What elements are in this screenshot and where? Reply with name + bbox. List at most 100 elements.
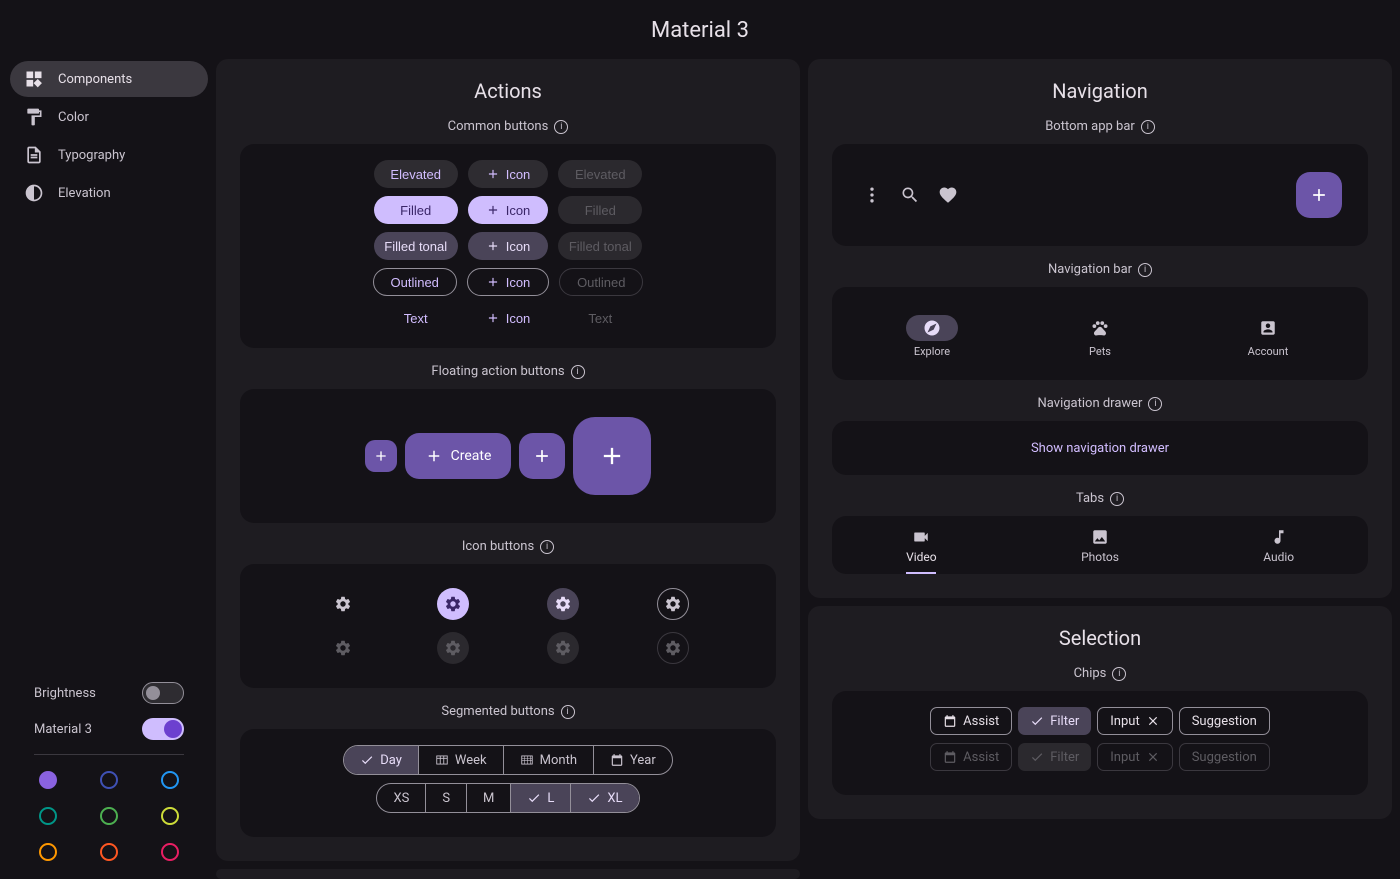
info-icon[interactable]: i (1141, 120, 1155, 134)
nav-dest-label: Pets (1089, 345, 1111, 358)
plus-icon (598, 442, 626, 470)
sidebar-item-typography[interactable]: Typography (10, 137, 208, 173)
chip-filter[interactable]: Filter (1018, 707, 1091, 735)
fab-label: Floating action buttons i (240, 364, 776, 379)
color-swatch-teal[interactable] (39, 807, 57, 825)
nav-dest-pets[interactable]: Pets (1074, 315, 1126, 358)
event-icon (943, 750, 957, 764)
outlined-icon-button[interactable]: Icon (467, 268, 550, 296)
color-swatch-indigo[interactable] (100, 771, 118, 789)
tab-label: Photos (1081, 550, 1119, 564)
color-picker (34, 771, 184, 861)
nav-dest-explore[interactable]: Explore (906, 315, 958, 358)
info-icon[interactable]: i (561, 705, 575, 719)
icon-button-tonal[interactable] (547, 588, 579, 620)
outlined-button[interactable]: Outlined (373, 268, 457, 296)
plus-icon (486, 311, 500, 325)
icon-button-outlined[interactable] (657, 588, 689, 620)
seg-year[interactable]: Year (594, 746, 672, 774)
fab-extended[interactable]: Create (405, 433, 512, 479)
sidebar-item-label: Components (58, 72, 132, 87)
text-button[interactable]: Text (374, 304, 458, 332)
nav-dest-label: Account (1248, 345, 1289, 358)
check-icon (1030, 750, 1044, 764)
search-icon[interactable] (896, 181, 924, 209)
color-swatch-blue[interactable] (161, 771, 179, 789)
elevated-icon-button[interactable]: Icon (468, 160, 549, 188)
divider (34, 754, 184, 755)
more-vert-icon[interactable] (858, 181, 886, 209)
sidebar-item-elevation[interactable]: Elevation (10, 175, 208, 211)
icon-button-filled[interactable] (437, 588, 469, 620)
tonal-button[interactable]: Filled tonal (374, 232, 458, 260)
bottom-bar-label: Bottom app bar i (832, 119, 1368, 134)
text-icon-button[interactable]: Icon (468, 304, 549, 332)
icon-button-standard-disabled (327, 632, 359, 664)
color-swatch-pink[interactable] (161, 843, 179, 861)
tonal-icon-button[interactable]: Icon (468, 232, 549, 260)
elevated-button[interactable]: Elevated (374, 160, 458, 188)
seg-xl[interactable]: XL (571, 784, 638, 812)
card-selection: Selection Chips i Assist Filter Input Su… (808, 606, 1392, 819)
info-icon[interactable]: i (1112, 667, 1126, 681)
chip-assist[interactable]: Assist (930, 707, 1012, 735)
info-icon[interactable]: i (554, 120, 568, 134)
seg-week[interactable]: Week (419, 746, 504, 774)
fab-medium[interactable] (519, 433, 565, 479)
gear-icon (444, 595, 462, 613)
seg-xs[interactable]: XS (377, 784, 426, 812)
calendar-week-icon (435, 753, 449, 767)
color-swatch-green[interactable] (100, 807, 118, 825)
gear-icon (554, 639, 572, 657)
info-icon[interactable]: i (571, 365, 585, 379)
icon-button-standard[interactable] (327, 588, 359, 620)
tab-photos[interactable]: Photos (1011, 516, 1190, 574)
card-navigation: Navigation Bottom app bar i Navigation b (808, 59, 1392, 598)
brightness-switch[interactable] (142, 682, 184, 704)
segmented-label: Segmented buttons i (240, 704, 776, 719)
info-icon[interactable]: i (1138, 263, 1152, 277)
icon-button-outlined-disabled (657, 632, 689, 664)
fab-small[interactable] (365, 440, 397, 472)
chip-suggestion-disabled: Suggestion (1179, 743, 1270, 771)
favorite-icon[interactable] (934, 181, 962, 209)
seg-day[interactable]: Day (344, 746, 419, 774)
plus-icon (373, 448, 389, 464)
color-swatch-deeporange[interactable] (100, 843, 118, 861)
seg-s[interactable]: S (426, 784, 467, 812)
tab-audio[interactable]: Audio (1189, 516, 1368, 574)
close-icon[interactable] (1146, 714, 1160, 728)
color-swatch-yellow[interactable] (161, 807, 179, 825)
video-icon (912, 528, 930, 546)
seg-month[interactable]: Month (504, 746, 594, 774)
sidebar-item-color[interactable]: Color (10, 99, 208, 135)
check-icon (527, 791, 541, 805)
info-icon[interactable]: i (1148, 397, 1162, 411)
show-drawer-button[interactable]: Show navigation drawer (838, 427, 1362, 469)
nav-dest-label: Explore (914, 345, 950, 358)
tab-label: Audio (1263, 550, 1294, 564)
color-swatch-purple[interactable] (39, 771, 57, 789)
tab-video[interactable]: Video (832, 516, 1011, 574)
seg-m[interactable]: M (467, 784, 511, 812)
fab-large[interactable] (573, 417, 651, 495)
bottom-bar-fab[interactable] (1296, 172, 1342, 218)
chip-suggestion[interactable]: Suggestion (1179, 707, 1270, 735)
filled-button[interactable]: Filled (374, 196, 458, 224)
navigation-title: Navigation (832, 79, 1368, 103)
brightness-label: Brightness (34, 686, 96, 701)
check-icon (1030, 714, 1044, 728)
seg-l[interactable]: L (511, 784, 571, 812)
chip-input[interactable]: Input (1097, 707, 1172, 735)
material3-label: Material 3 (34, 722, 92, 737)
nav-dest-account[interactable]: Account (1242, 315, 1294, 358)
info-icon[interactable]: i (1110, 492, 1124, 506)
widgets-icon (24, 69, 44, 89)
filled-icon-button[interactable]: Icon (468, 196, 549, 224)
info-icon[interactable]: i (540, 540, 554, 554)
check-icon (587, 791, 601, 805)
sidebar-item-components[interactable]: Components (10, 61, 208, 97)
audio-icon (1270, 528, 1288, 546)
material3-switch[interactable] (142, 718, 184, 740)
color-swatch-orange[interactable] (39, 843, 57, 861)
